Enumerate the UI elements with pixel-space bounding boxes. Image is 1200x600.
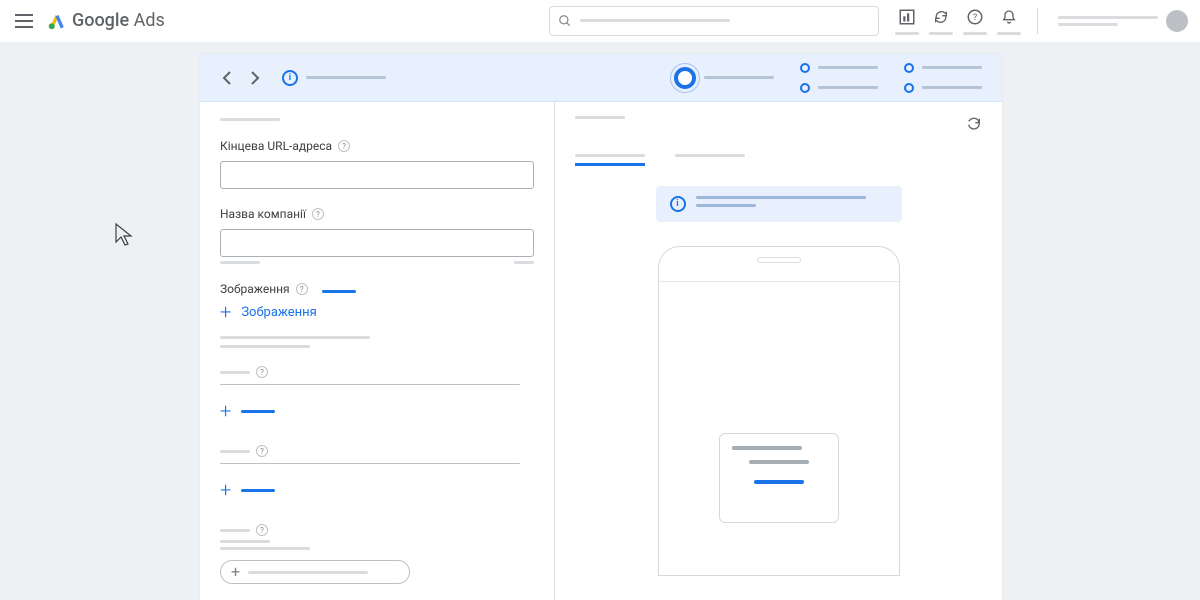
back-arrow[interactable] [220,71,234,85]
avatar[interactable] [1166,10,1188,32]
help-icon[interactable]: ? [338,140,350,152]
help-icon[interactable]: ? [312,208,324,220]
account-switcher[interactable] [1058,10,1188,32]
preview-tab-1[interactable] [575,154,645,166]
help-icon[interactable]: ? [256,366,268,378]
step-3a[interactable] [904,63,982,73]
logo-text: Google Ads [72,10,165,31]
step-3b[interactable] [904,83,982,93]
svg-text:?: ? [973,13,977,23]
device-preview [658,246,900,576]
step-2a[interactable] [800,63,878,73]
company-input[interactable] [220,229,534,257]
plus-icon: + [220,480,231,500]
hamburger-menu[interactable] [12,9,36,33]
search-icon [558,14,572,28]
info-icon: i [670,196,686,212]
add-item-1-button[interactable]: + [220,395,534,427]
help-icon[interactable]: ? [256,445,268,457]
plus-icon: + [220,401,231,421]
url-input[interactable] [220,161,534,189]
search-placeholder [580,19,730,22]
refresh-icon[interactable] [930,6,952,28]
plus-icon: + [231,564,240,580]
stepper-bar: i [200,54,1002,102]
google-ads-icon [48,12,66,30]
help-icon[interactable]: ? [964,6,986,28]
search-input[interactable] [549,6,879,36]
preview-tab-2[interactable] [675,154,745,166]
url-label: Кінцева URL-адреса ? [220,139,534,153]
chip-input[interactable]: + [220,560,410,584]
images-label: Зображення ? [220,282,308,296]
mouse-cursor [114,222,136,252]
logo: Google Ads [48,10,165,31]
info-icon: i [282,70,298,86]
step-current[interactable] [674,67,774,89]
ad-preview-card [719,433,839,523]
company-label: Назва компанії ? [220,207,534,221]
form-panel: Кінцева URL-адреса ? Назва компанії ? [200,102,555,600]
preview-panel: i [555,102,1002,600]
help-icon[interactable]: ? [296,283,308,295]
info-banner: i [656,186,902,222]
add-images-button[interactable]: + Зображення [220,296,534,328]
help-icon[interactable]: ? [256,524,268,536]
step-2b[interactable] [800,83,878,93]
preview-refresh-icon[interactable] [966,116,982,136]
forward-arrow[interactable] [248,71,262,85]
plus-icon: + [220,302,231,322]
notifications-icon[interactable] [998,6,1020,28]
add-item-2-button[interactable]: + [220,474,534,506]
reports-icon[interactable] [896,6,918,28]
